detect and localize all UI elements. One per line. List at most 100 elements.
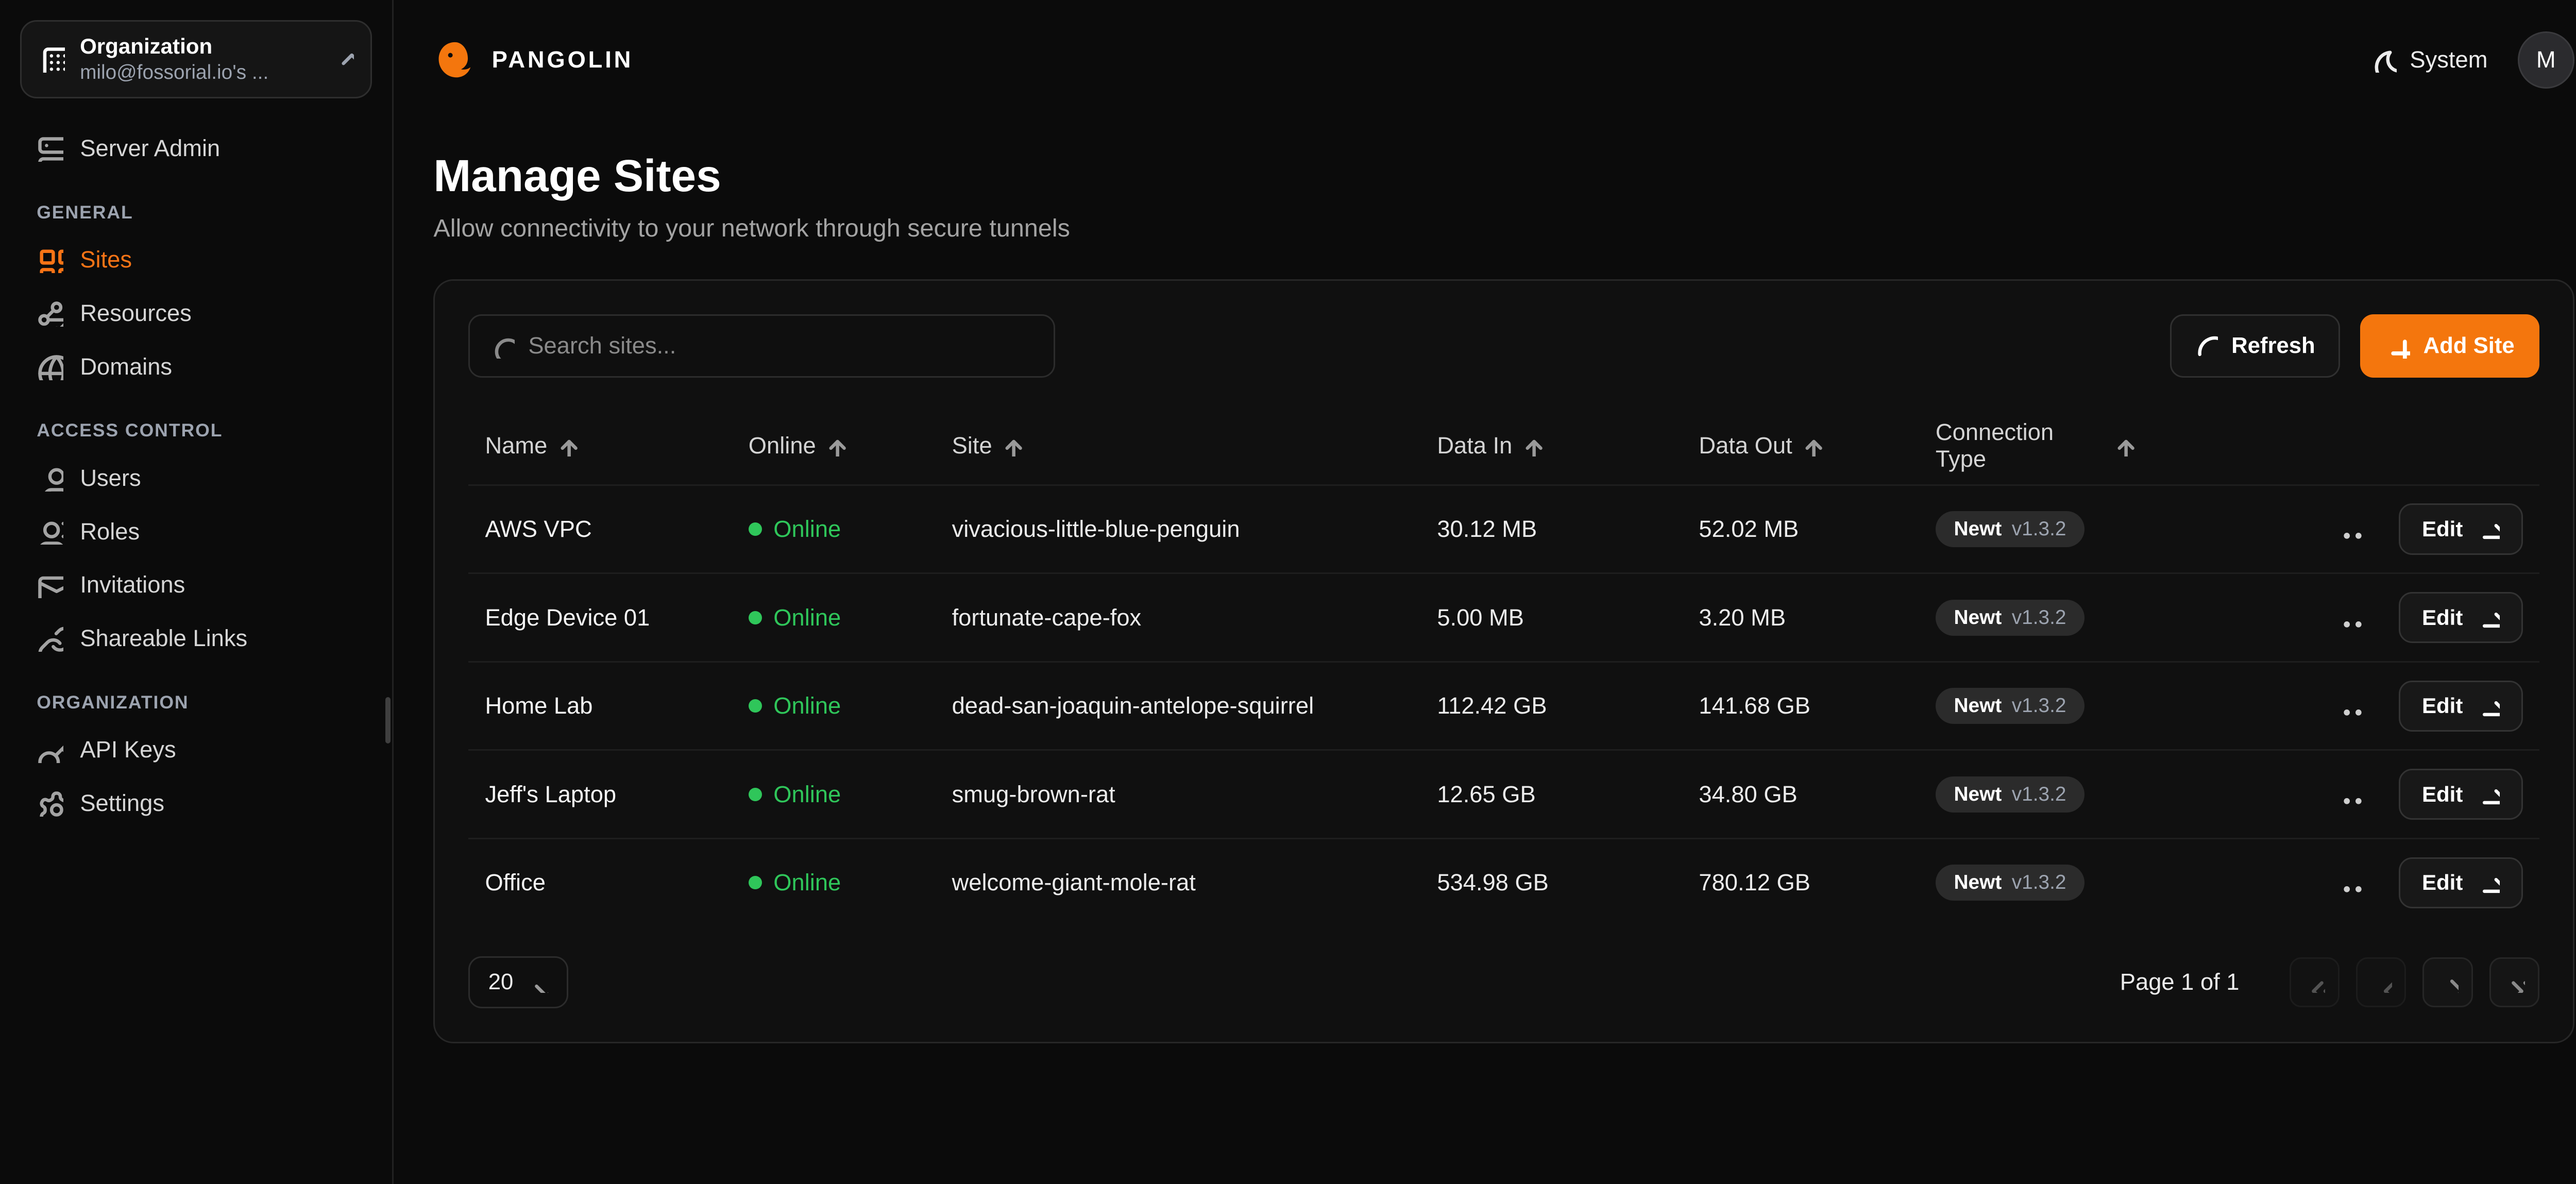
refresh-button[interactable]: Refresh: [2170, 314, 2340, 378]
table-row: Jeff's Laptop Online smug-brown-rat 12.6…: [468, 749, 2539, 838]
last-page-button[interactable]: [2489, 957, 2539, 1007]
row-menu-button[interactable]: [2332, 598, 2372, 638]
sidebar-item-domains[interactable]: Domains: [20, 342, 372, 392]
column-label: Connection Type: [1936, 419, 2104, 472]
search-box: [468, 314, 1055, 378]
next-page-button[interactable]: [2422, 957, 2472, 1007]
sidebar-item-api-keys[interactable]: API Keys: [20, 724, 372, 774]
column-header-data-out[interactable]: Data Out: [1699, 432, 1936, 459]
connection-type-badge: Newtv1.3.2: [1936, 688, 2084, 724]
column-header-site[interactable]: Site: [952, 432, 1437, 459]
row-menu-button[interactable]: [2332, 686, 2372, 726]
client-version: v1.3.2: [2012, 871, 2066, 894]
first-page-button[interactable]: [2290, 957, 2340, 1007]
connection-type-badge: Newtv1.3.2: [1936, 600, 2084, 636]
row-menu-button[interactable]: [2332, 774, 2372, 815]
grid-icon: [37, 246, 63, 273]
sidebar-item-invitations[interactable]: Invitations: [20, 560, 372, 610]
client-version: v1.3.2: [2012, 606, 2066, 629]
site-name: Edge Device 01: [485, 604, 748, 631]
client-name: Newt: [1954, 783, 2002, 806]
data-out-value: 3.20 MB: [1699, 604, 1936, 631]
arrow-right-icon: [2476, 517, 2499, 540]
pangolin-logo-icon: [433, 38, 477, 81]
status-text: Online: [773, 692, 841, 719]
sort-icon: [1002, 435, 1024, 456]
edit-button[interactable]: Edit: [2399, 681, 2523, 732]
add-site-button[interactable]: Add Site: [2360, 314, 2539, 378]
column-header-online[interactable]: Online: [749, 432, 952, 459]
connection-type-cell: Newtv1.3.2: [1936, 600, 2136, 636]
row-menu-button[interactable]: [2332, 862, 2372, 903]
column-header-connection-type[interactable]: Connection Type: [1936, 419, 2136, 472]
avatar[interactable]: M: [2518, 31, 2574, 88]
online-dot-icon: [749, 699, 762, 713]
data-in-value: 5.00 MB: [1437, 604, 1699, 631]
sidebar-nav: Server Admin GENERAL Sites Resources Dom…: [20, 122, 372, 830]
edit-button[interactable]: Edit: [2399, 857, 2523, 908]
status-text: Online: [773, 604, 841, 631]
plus-icon: [2385, 333, 2410, 359]
sidebar-section-general: GENERAL: [37, 202, 355, 223]
edit-button[interactable]: Edit: [2399, 592, 2523, 643]
sidebar-scrollbar[interactable]: [385, 697, 391, 744]
sort-icon: [2114, 435, 2136, 456]
column-label: Site: [952, 432, 992, 459]
sidebar-item-label: Domains: [80, 353, 172, 380]
arrow-right-icon: [2476, 695, 2499, 718]
sidebar-item-users[interactable]: Users: [20, 453, 372, 503]
status-cell: Online: [749, 692, 952, 719]
data-in-value: 112.42 GB: [1437, 692, 1699, 719]
column-header-data-in[interactable]: Data In: [1437, 432, 1699, 459]
topbar: PANGOLIN System M: [394, 0, 2576, 120]
table-row: Edge Device 01 Online fortunate-cape-fox…: [468, 572, 2539, 661]
sidebar-item-label: API Keys: [80, 736, 176, 763]
sidebar-item-roles[interactable]: Roles: [20, 506, 372, 556]
sidebar-item-label: Invitations: [80, 571, 185, 598]
status-text: Online: [773, 781, 841, 808]
theme-toggle-button[interactable]: System: [2371, 46, 2487, 73]
edit-button[interactable]: Edit: [2399, 769, 2523, 820]
sidebar-item-sites[interactable]: Sites: [20, 235, 372, 285]
edit-button[interactable]: Edit: [2399, 503, 2523, 554]
sidebar-item-resources[interactable]: Resources: [20, 288, 372, 338]
mail-icon: [37, 571, 63, 598]
sidebar-item-shareable-links[interactable]: Shareable Links: [20, 613, 372, 663]
actions-cell: Edit: [2136, 503, 2523, 554]
previous-page-button[interactable]: [2356, 957, 2406, 1007]
online-dot-icon: [749, 611, 762, 624]
page-size-select[interactable]: 20: [468, 956, 568, 1008]
column-header-name[interactable]: Name: [485, 432, 748, 459]
ellipsis-icon: [2338, 692, 2365, 719]
sites-table: Name Online Site Data In Data Out Connec…: [468, 408, 2539, 926]
online-dot-icon: [749, 788, 762, 801]
ellipsis-icon: [2338, 869, 2365, 896]
chevron-left-icon: [2370, 971, 2392, 993]
theme-toggle-label: System: [2410, 46, 2487, 73]
sidebar-item-server-admin[interactable]: Server Admin: [20, 124, 372, 174]
moon-icon: [2371, 47, 2397, 73]
actions-cell: Edit: [2136, 592, 2523, 643]
table-header-row: Name Online Site Data In Data Out Connec…: [468, 408, 2539, 484]
sidebar-item-settings[interactable]: Settings: [20, 778, 372, 828]
search-input[interactable]: [528, 332, 1033, 359]
avatar-initial: M: [2536, 46, 2556, 73]
site-name: Jeff's Laptop: [485, 781, 748, 808]
row-menu-button[interactable]: [2332, 509, 2372, 549]
connection-type-cell: Newtv1.3.2: [1936, 511, 2136, 547]
server-icon: [37, 136, 63, 162]
client-name: Newt: [1954, 695, 2002, 717]
page-info: Page 1 of 1: [2120, 969, 2240, 995]
org-selector[interactable]: Organization milo@fossorial.io's ...: [20, 20, 372, 98]
data-in-value: 534.98 GB: [1437, 869, 1699, 896]
org-selector-title: Organization: [80, 33, 317, 60]
sidebar-item-label: Users: [80, 465, 141, 492]
sidebar-item-label: Resources: [80, 300, 192, 327]
status-text: Online: [773, 869, 841, 896]
site-id: vivacious-little-blue-penguin: [952, 516, 1437, 543]
arrow-right-icon: [2476, 606, 2499, 629]
page-title: Manage Sites: [433, 150, 2574, 202]
add-site-label: Add Site: [2424, 333, 2515, 359]
globe-icon: [37, 353, 63, 380]
site-id: fortunate-cape-fox: [952, 604, 1437, 631]
